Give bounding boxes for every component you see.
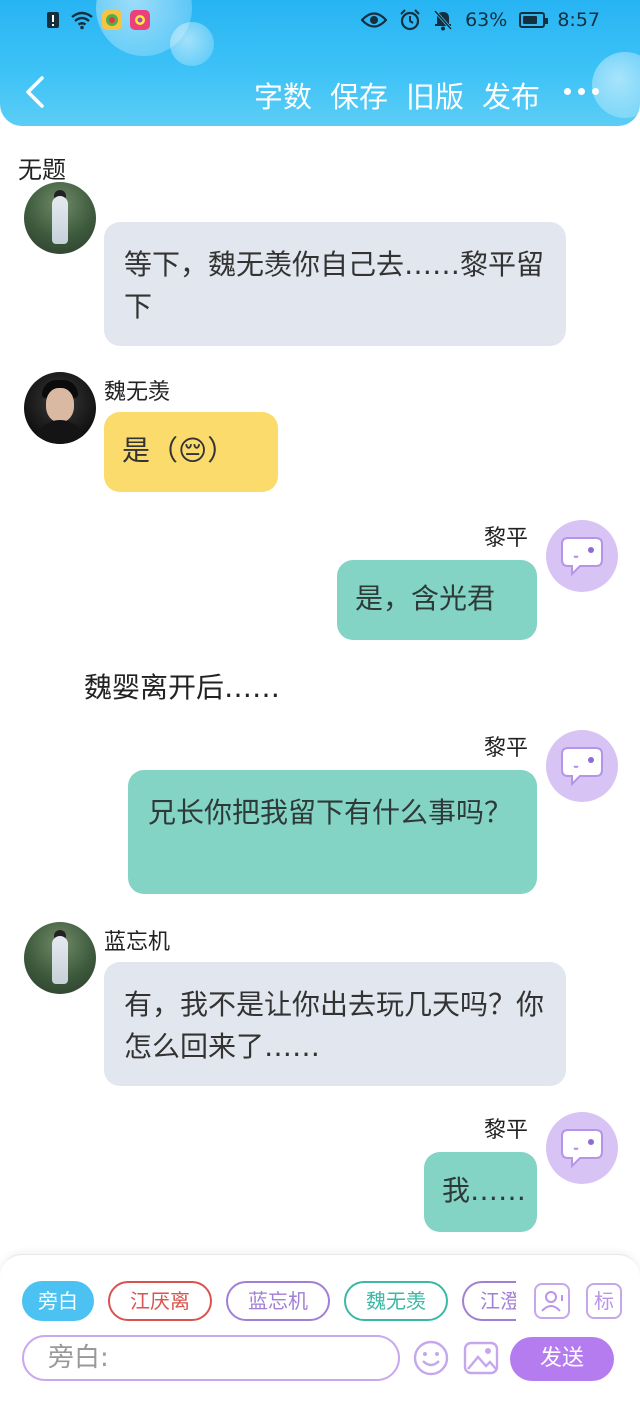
decorative-bubble: [592, 52, 640, 118]
speaker-name: 黎平: [484, 526, 529, 551]
status-right-icons: 63% 8:57: [361, 9, 600, 31]
speaker-name: 黎平: [484, 736, 529, 761]
message-bubble[interactable]: 我……: [424, 1152, 537, 1232]
message-bubble[interactable]: 是，含光君: [337, 560, 537, 640]
word-count-button[interactable]: 字数: [254, 74, 312, 116]
mute-bell-icon: [433, 10, 453, 31]
app-store-icon: [102, 10, 122, 30]
wifi-icon: [71, 11, 93, 30]
speaker-name: 黎平: [484, 1118, 529, 1143]
image-icon[interactable]: [462, 1339, 500, 1377]
avatar-liping[interactable]: [546, 520, 618, 592]
role-chip-weiwuxian[interactable]: 魏无羡: [344, 1281, 448, 1321]
battery-percent: 63%: [465, 9, 508, 31]
avatar-lanwangji[interactable]: [24, 182, 96, 254]
message-input[interactable]: 旁白:: [22, 1335, 400, 1381]
avatar-lanwangji[interactable]: [24, 922, 96, 994]
status-left-icons: [44, 10, 150, 30]
save-button[interactable]: 保存: [330, 74, 388, 116]
old-version-button[interactable]: 旧版: [406, 74, 464, 116]
avatar-weiwuxian[interactable]: [24, 372, 96, 444]
send-button[interactable]: 发送: [510, 1337, 614, 1381]
back-chevron-icon[interactable]: [18, 70, 54, 114]
status-bar: 63% 8:57: [0, 0, 640, 44]
chat-bubble-icon: [561, 537, 603, 577]
theme-app-icon: [130, 10, 150, 30]
message-bubble[interactable]: 有，我不是让你出去玩几天吗？你怎么回来了……: [104, 962, 566, 1086]
app-root: 63% 8:57 字数 保存 旧版 发布 无题 等下，魏无羡你自己去……黎平留下…: [0, 0, 640, 1422]
message-bubble[interactable]: 等下，魏无羡你自己去……黎平留下: [104, 222, 566, 346]
avatar-liping[interactable]: [546, 730, 618, 802]
narration-text[interactable]: 魏婴离开后……: [84, 666, 280, 706]
publish-button[interactable]: 发布: [482, 74, 540, 116]
role-chip-jiangcheng[interactable]: 江澄: [462, 1281, 516, 1321]
message-bubble[interactable]: 是（😔）: [104, 412, 278, 492]
chat-bubble-icon: [561, 1129, 603, 1169]
composer-bar: 旁白 江厌离 蓝忘机 魏无羡 江澄 标 旁白: 发送: [0, 1254, 640, 1422]
header-actions: 字数 保存 旧版 发布: [254, 74, 540, 116]
emoji-icon[interactable]: [412, 1339, 450, 1377]
tag-label-icon[interactable]: 标: [586, 1283, 622, 1319]
contact-role-icon[interactable]: [534, 1283, 570, 1319]
avatar-liping[interactable]: [546, 1112, 618, 1184]
message-bubble[interactable]: 兄长你把我留下有什么事吗？: [128, 770, 537, 894]
document-title: 无题: [18, 156, 66, 184]
battery-icon: [519, 12, 549, 28]
speaker-name: 蓝忘机: [104, 930, 171, 955]
role-chip-lanwangji[interactable]: 蓝忘机: [226, 1281, 330, 1321]
role-chip-narrator[interactable]: 旁白: [22, 1281, 94, 1321]
chat-bubble-icon: [561, 747, 603, 787]
eye-icon: [361, 12, 388, 28]
clock-time: 8:57: [557, 9, 600, 31]
speaker-name: 魏无羡: [104, 380, 171, 405]
role-chip-jiangyanli[interactable]: 江厌离: [108, 1281, 212, 1321]
top-header: 63% 8:57 字数 保存 旧版 发布: [0, 0, 640, 126]
alarm-icon: [400, 9, 420, 31]
alert-icon: [47, 12, 59, 28]
more-options-icon[interactable]: [564, 88, 600, 98]
